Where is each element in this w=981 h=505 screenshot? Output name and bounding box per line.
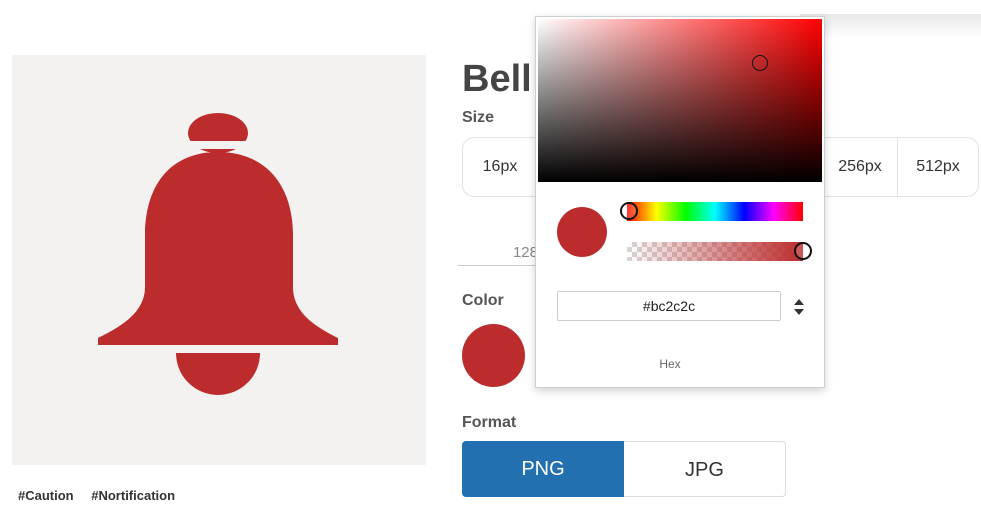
tag-list: #Caution #Nortification xyxy=(18,488,189,503)
color-picker-popup: Hex xyxy=(535,16,825,388)
alpha-slider[interactable] xyxy=(627,242,812,261)
icon-preview-panel xyxy=(12,55,426,465)
format-jpg-button[interactable]: JPG xyxy=(624,441,786,497)
hue-handle[interactable] xyxy=(620,202,638,220)
picker-current-color xyxy=(557,207,607,257)
tag-notification[interactable]: #Nortification xyxy=(91,488,175,503)
hex-input[interactable] xyxy=(557,291,781,321)
color-label: Color xyxy=(462,292,504,309)
icon-title: Bell xyxy=(462,58,532,100)
format-png-button[interactable]: PNG xyxy=(462,441,624,497)
background-fade xyxy=(800,14,981,38)
color-swatch-button[interactable] xyxy=(462,324,525,387)
format-button-group: PNG JPG xyxy=(462,441,786,497)
mode-toggle-icon[interactable] xyxy=(792,296,806,318)
hue-slider[interactable] xyxy=(620,202,803,221)
size-option-256[interactable]: 256px xyxy=(823,138,897,196)
format-label: Format xyxy=(462,414,517,431)
color-mode-label: Hex xyxy=(659,357,681,371)
size-option-16[interactable]: 16px xyxy=(463,138,537,196)
size-option-512[interactable]: 512px xyxy=(898,138,978,196)
alpha-handle[interactable] xyxy=(794,242,812,260)
saturation-value-area[interactable] xyxy=(538,19,822,182)
tag-caution[interactable]: #Caution xyxy=(18,488,74,503)
bell-icon xyxy=(98,113,338,395)
custom-size-input[interactable]: 128 xyxy=(458,240,538,266)
saturation-handle[interactable] xyxy=(752,55,768,71)
size-label: Size xyxy=(462,109,495,126)
